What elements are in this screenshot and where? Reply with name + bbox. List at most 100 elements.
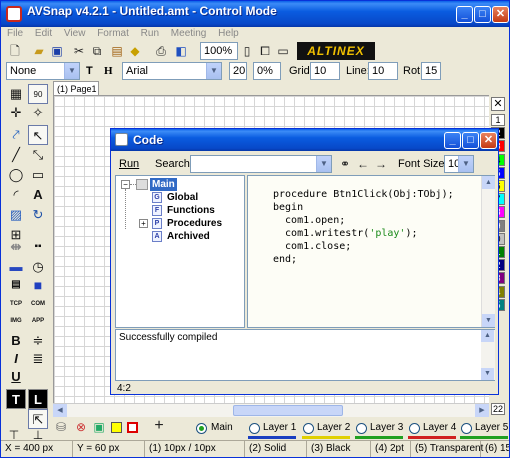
menu-view[interactable]: View — [64, 28, 86, 39]
font-size-field[interactable]: 20 — [229, 62, 247, 80]
align-icon[interactable]: ≑ — [28, 331, 48, 351]
code-editor[interactable]: procedure Btn1Click(Obj:TObj); begin com… — [247, 175, 495, 328]
stop-icon[interactable]: ⊗ — [73, 419, 89, 435]
image-tool-icon[interactable]: ▨ — [6, 205, 26, 225]
scroll-up-icon[interactable]: ▲ — [481, 330, 494, 342]
clock-icon[interactable]: ◷ — [28, 257, 48, 277]
app-icon-small[interactable]: APP — [28, 311, 48, 331]
chevron-down-icon[interactable]: ▼ — [458, 156, 473, 172]
percent-field[interactable]: 0% — [253, 62, 281, 80]
zoom-field[interactable]: 100% — [200, 42, 238, 60]
layer-radio-main[interactable] — [196, 423, 207, 434]
blue-square-icon[interactable]: ■ — [28, 275, 48, 295]
underline-icon[interactable]: U — [6, 367, 26, 387]
page-width-icon[interactable]: ⧠ — [257, 43, 273, 59]
chevron-down-icon[interactable]: ▼ — [64, 63, 79, 79]
label-black-icon[interactable]: L — [28, 389, 48, 409]
menu-format[interactable]: Format — [97, 28, 129, 39]
ellipse-tool-icon[interactable]: ◯ — [6, 165, 26, 185]
rot-field[interactable]: 15 — [421, 62, 441, 80]
img-icon[interactable]: IMG — [6, 311, 26, 331]
text-black-icon[interactable]: T — [6, 389, 26, 409]
font-select[interactable]: Arial ▼ — [122, 62, 222, 80]
cut-icon[interactable]: ✂ — [71, 43, 87, 59]
code-maximize-button[interactable]: □ — [462, 132, 479, 149]
layer-radio-2[interactable] — [303, 423, 314, 434]
tree-item-main[interactable]: Main — [150, 178, 177, 191]
style-select[interactable]: None ▼ — [6, 62, 80, 80]
menu-run[interactable]: Run — [141, 28, 159, 39]
add-layer-icon[interactable]: + — [151, 418, 167, 434]
paste-icon[interactable]: ▤ — [109, 43, 125, 59]
tree-item-procedures[interactable]: P Procedures — [152, 217, 222, 230]
run-button[interactable]: Run — [119, 155, 139, 173]
horizontal-scrollbar[interactable]: ◀ ▶ — [53, 403, 489, 417]
select-arrow-icon[interactable]: ↖ — [28, 125, 48, 145]
slider-h-icon[interactable]: ⇹ — [6, 237, 26, 257]
layer-radio-1[interactable] — [249, 423, 260, 434]
page-tab[interactable]: (1) Page1 — [53, 81, 99, 96]
page-fit-icon[interactable]: ▭ — [275, 43, 291, 59]
copy-icon[interactable]: ⧉ — [89, 43, 105, 59]
rectangle-tool-icon[interactable]: ▭ — [28, 165, 48, 185]
tree-item-functions[interactable]: F Functions — [152, 204, 215, 217]
connector-icon[interactable]: ⤡ — [28, 145, 48, 165]
maximize-button[interactable]: □ — [474, 6, 491, 23]
h-tool-label[interactable]: H — [104, 62, 113, 80]
shape-tool-icon[interactable]: ✧ — [28, 103, 48, 123]
tree-item-global[interactable]: G Global — [152, 191, 198, 204]
tree-item-archived[interactable]: A Archived — [152, 230, 210, 243]
button-widget-icon[interactable]: ▪▪ — [28, 237, 48, 257]
grid-toggle-icon[interactable]: ▦ — [6, 84, 26, 104]
save-icon[interactable]: ▣ — [49, 43, 65, 59]
menu-edit[interactable]: Edit — [35, 28, 52, 39]
layer-radio-5[interactable] — [461, 423, 472, 434]
text-tool-label[interactable]: T — [86, 62, 93, 80]
code-close-button[interactable]: ✕ — [480, 132, 497, 149]
forward-arrow-icon[interactable]: → — [373, 156, 389, 172]
print-preview-icon[interactable]: ◧ — [173, 43, 189, 59]
line-tool-icon[interactable]: ╱ — [6, 145, 26, 165]
no-color-icon[interactable]: ✕ — [491, 97, 505, 111]
scroll-left-icon[interactable]: ◀ — [53, 404, 67, 417]
menu-meeting[interactable]: Meeting — [171, 28, 207, 39]
menu-help[interactable]: Help — [218, 28, 239, 39]
search-input[interactable]: ▼ — [190, 155, 332, 173]
bold-icon[interactable]: B — [6, 331, 26, 351]
chevron-down-icon[interactable]: ▼ — [316, 156, 331, 172]
line-field[interactable]: 10 — [368, 62, 398, 80]
pen-icon[interactable]: ⤤ — [6, 125, 26, 145]
picture-icon[interactable]: ▣ — [91, 419, 107, 435]
layer-radio-3[interactable] — [356, 423, 367, 434]
grid-field[interactable]: 10 — [310, 62, 340, 80]
arc-tool-icon[interactable]: ◜ — [6, 185, 26, 205]
minimize-button[interactable]: _ — [456, 6, 473, 23]
editor-scrollbar[interactable]: ▲ ▼ — [481, 176, 495, 327]
fill-color-swatch[interactable] — [111, 422, 122, 433]
display-widget-icon[interactable]: ▤ — [6, 275, 26, 295]
new-file-icon[interactable]: 🗋 — [7, 43, 23, 59]
collapse-icon[interactable]: − — [121, 180, 130, 189]
code-minimize-button[interactable]: _ — [444, 132, 461, 149]
rotate-tool-icon[interactable]: ↻ — [28, 205, 48, 225]
open-folder-icon[interactable]: ▰ — [31, 43, 47, 59]
italic-icon[interactable]: I — [6, 349, 26, 369]
binoculars-icon[interactable]: ⚭ — [337, 156, 353, 172]
font-size-select[interactable]: 10 ▼ — [444, 155, 474, 173]
print-icon[interactable]: ⎙ — [153, 43, 169, 59]
zoom-tool-icon[interactable]: 90 — [28, 84, 48, 104]
menu-file[interactable]: File — [7, 28, 23, 39]
line-color-swatch[interactable] — [127, 422, 138, 433]
layer-radio-4[interactable] — [409, 423, 420, 434]
scroll-thumb[interactable] — [233, 405, 343, 416]
scroll-right-icon[interactable]: ▶ — [475, 404, 489, 417]
paint-bucket-icon[interactable]: ⛁ — [53, 419, 69, 435]
crosshair-icon[interactable]: ✛ — [6, 103, 26, 123]
clear-icon[interactable]: ◆ — [127, 43, 143, 59]
close-button[interactable]: ✕ — [492, 6, 509, 23]
page-icon[interactable]: ▯ — [239, 43, 255, 59]
scroll-up-icon[interactable]: ▲ — [482, 176, 495, 189]
color-swatch[interactable]: 1 — [491, 114, 505, 126]
expand-icon[interactable]: + — [139, 219, 148, 228]
output-scrollbar[interactable]: ▲ ▼ — [481, 330, 495, 380]
